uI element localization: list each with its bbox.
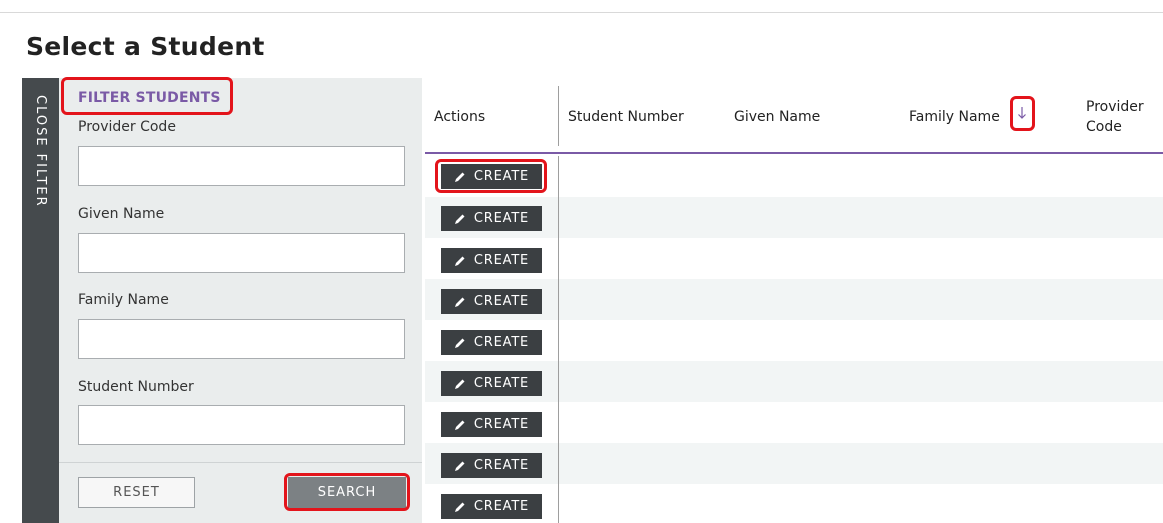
pencil-icon <box>454 214 465 224</box>
create-button[interactable]: CREATE <box>441 206 542 231</box>
create-button-label: CREATE <box>473 376 530 391</box>
create-button-label: CREATE <box>473 294 530 309</box>
search-button[interactable]: SEARCH <box>288 477 406 508</box>
close-filter-label[interactable]: CLOSE FILTER <box>22 95 59 208</box>
provider-code-label: Provider Code <box>78 119 176 135</box>
column-header-provider-code[interactable]: Provider Code <box>1086 97 1156 137</box>
create-button-label: CREATE <box>473 417 530 432</box>
create-button-label: CREATE <box>473 253 530 268</box>
family-name-input[interactable] <box>78 319 405 359</box>
given-name-input[interactable] <box>78 233 405 273</box>
create-button[interactable]: CREATE <box>441 164 542 189</box>
create-button[interactable]: CREATE <box>441 494 542 519</box>
create-button-label: CREATE <box>473 458 530 473</box>
create-button-label: CREATE <box>473 499 530 514</box>
top-divider <box>0 12 1163 13</box>
reset-button[interactable]: RESET <box>78 477 195 508</box>
create-button[interactable]: CREATE <box>441 453 542 478</box>
student-number-input[interactable] <box>78 405 405 445</box>
pencil-icon <box>454 172 465 182</box>
create-button-label: CREATE <box>473 335 530 350</box>
family-name-label: Family Name <box>78 292 169 308</box>
page-title: Select a Student <box>26 32 265 61</box>
pencil-icon <box>454 379 465 389</box>
student-number-label: Student Number <box>78 379 194 395</box>
provider-code-input[interactable] <box>78 146 405 186</box>
column-header-family-name[interactable]: Family Name <box>909 107 1000 127</box>
header-divider <box>558 86 559 146</box>
pencil-icon <box>454 461 465 471</box>
column-header-actions: Actions <box>434 109 486 125</box>
column-header-student-number[interactable]: Student Number <box>568 107 684 127</box>
pencil-icon <box>454 420 465 430</box>
pencil-icon <box>454 256 465 266</box>
create-button[interactable]: CREATE <box>441 412 542 437</box>
pencil-icon <box>454 297 465 307</box>
create-button-label: CREATE <box>473 169 530 184</box>
column-header-given-name[interactable]: Given Name <box>734 107 820 127</box>
create-button[interactable]: CREATE <box>441 330 542 355</box>
column-divider <box>558 156 559 523</box>
given-name-label: Given Name <box>78 206 165 222</box>
arrow-down-icon[interactable] <box>1011 97 1033 129</box>
pencil-icon <box>454 338 465 348</box>
create-button[interactable]: CREATE <box>441 371 542 396</box>
create-button[interactable]: CREATE <box>441 248 542 273</box>
create-button-label: CREATE <box>473 211 530 226</box>
filter-title: FILTER STUDENTS <box>78 90 221 106</box>
pencil-icon <box>454 502 465 512</box>
create-button[interactable]: CREATE <box>441 289 542 314</box>
